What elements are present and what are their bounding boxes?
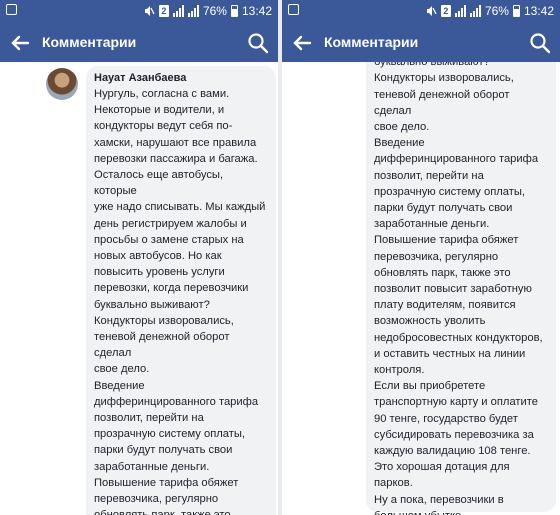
right-screen: 2 76% 13:42 Комментарии перевозки, когда…: [282, 0, 560, 515]
left-screen: 2 76% 13:42 Комментарии Науат Азанбаева …: [0, 0, 278, 515]
sim-icon: 2: [440, 5, 451, 17]
arrow-back-icon[interactable]: [292, 34, 312, 52]
signal-2-icon: [187, 5, 199, 17]
status-bar: 2 76% 13:42: [282, 0, 560, 24]
page-title: Комментарии: [42, 34, 137, 50]
battery-icon: [512, 5, 520, 17]
search-icon[interactable]: [528, 31, 552, 55]
gallery-notification-icon: [6, 4, 17, 15]
search-icon[interactable]: [246, 31, 270, 55]
comment-bubble[interactable]: перевозки, когда перевозчики буквально в…: [366, 62, 556, 515]
gallery-notification-icon: [288, 4, 299, 15]
signal-2-icon: [469, 5, 481, 17]
clock: 13:42: [241, 4, 272, 18]
comments-list[interactable]: Науат Азанбаева Нургуль, согласна с вами…: [0, 62, 278, 515]
battery-icon: [230, 5, 238, 17]
signal-icon: [454, 5, 466, 17]
comments-list[interactable]: перевозки, когда перевозчики буквально в…: [282, 62, 560, 515]
battery-percent: 76%: [202, 4, 227, 18]
mute-icon: [426, 6, 437, 16]
comment-bubble[interactable]: Науат Азанбаева Нургуль, согласна с вами…: [86, 66, 276, 515]
status-bar: 2 76% 13:42: [0, 0, 278, 24]
avatar[interactable]: [46, 68, 78, 100]
page-title: Комментарии: [324, 34, 419, 50]
mute-icon: [144, 6, 155, 16]
comment-text: перевозки, когда перевозчики буквально в…: [374, 62, 543, 515]
arrow-back-icon[interactable]: [10, 34, 30, 52]
app-bar: Комментарии: [282, 24, 560, 62]
comment-text: Нургуль, согласна с вами. Некоторые и во…: [94, 88, 266, 515]
comment-author[interactable]: Науат Азанбаева: [94, 72, 268, 84]
clock: 13:42: [523, 4, 554, 18]
battery-percent: 76%: [484, 4, 509, 18]
sim-icon: 2: [158, 5, 169, 17]
app-bar: Комментарии: [0, 24, 278, 62]
signal-icon: [172, 5, 184, 17]
